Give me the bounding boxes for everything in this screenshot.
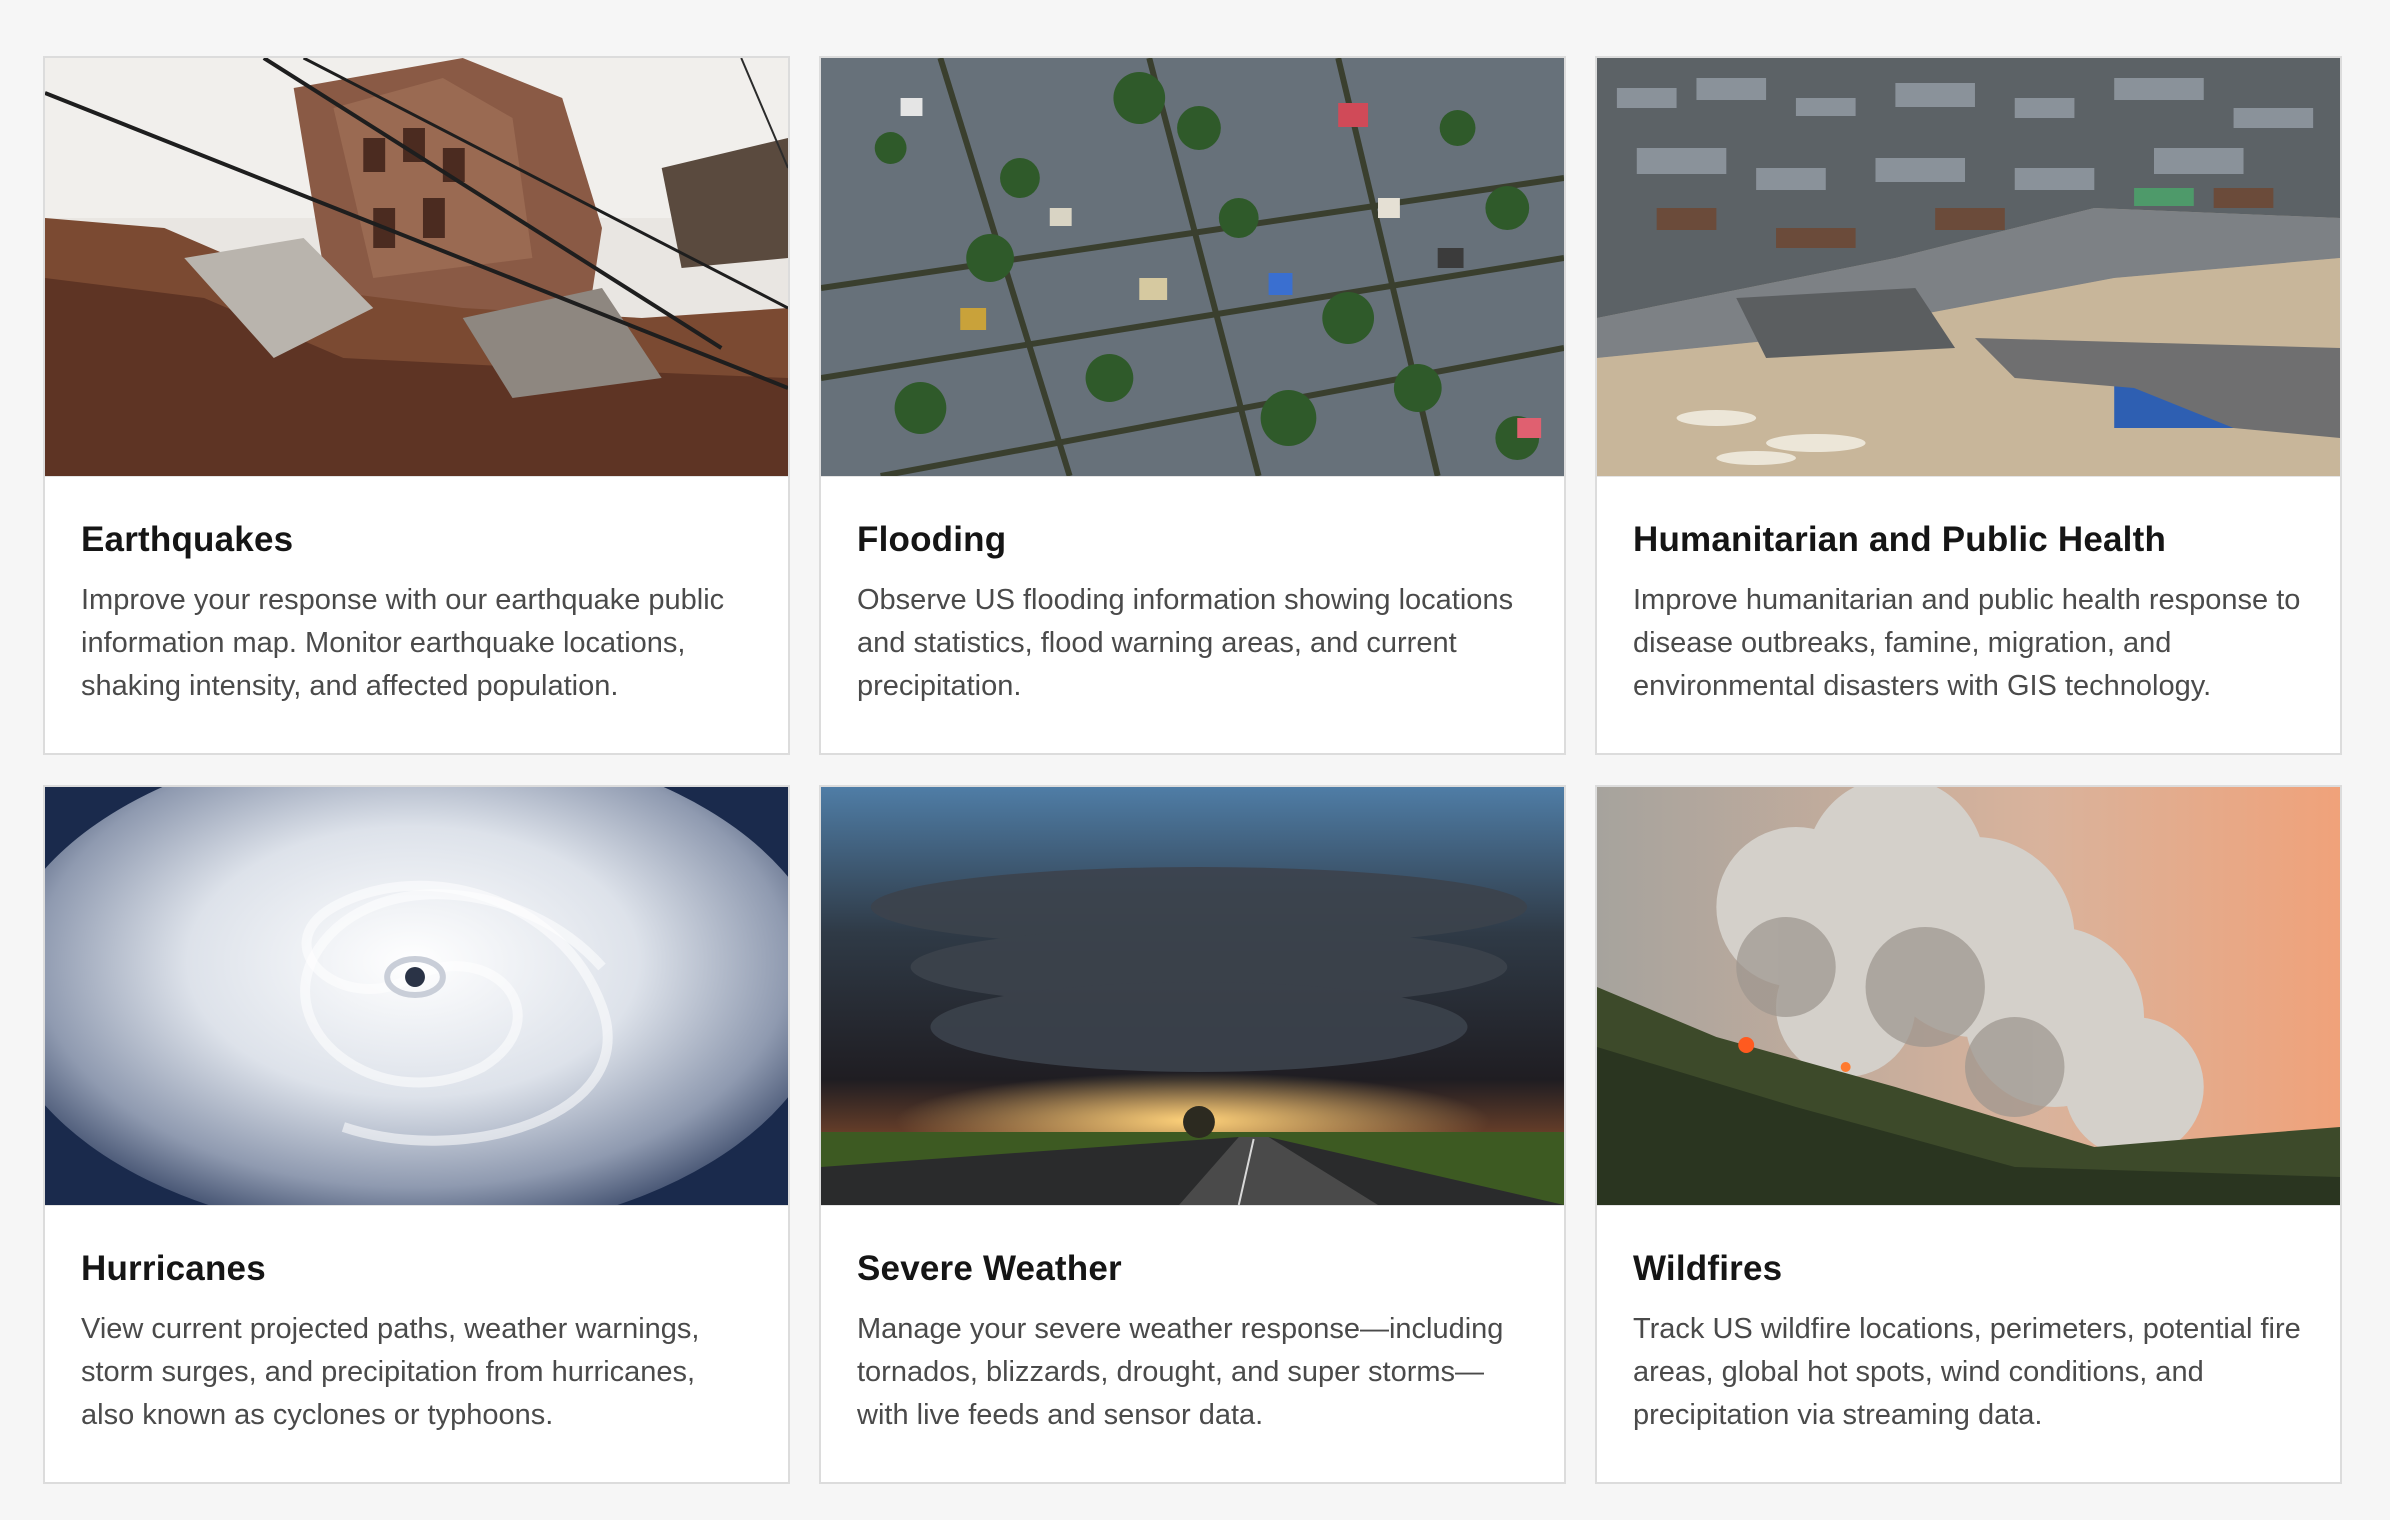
card-severe-weather[interactable]: Severe Weather Manage your severe weathe… [819, 785, 1566, 1484]
card-earthquakes[interactable]: Earthquakes Improve your response with o… [43, 56, 790, 755]
card-humanitarian-public-health[interactable]: Humanitarian and Public Health Improve h… [1595, 56, 2342, 755]
earthquake-rubble-image [45, 58, 788, 477]
card-title: Flooding [857, 520, 1007, 559]
card-wildfires[interactable]: Wildfires Track US wildfire locations, p… [1595, 785, 2342, 1484]
card-flooding[interactable]: Flooding Observe US flooding information… [819, 56, 1566, 755]
supercell-storm-image [821, 787, 1564, 1206]
card-description: Improve your response with our earthquak… [81, 584, 725, 702]
card-title: Hurricanes [81, 1249, 266, 1288]
hurricane-satellite-image [45, 787, 788, 1206]
topic-card-grid: Earthquakes Improve your response with o… [43, 56, 2343, 1484]
card-description: View current projected paths, weather wa… [81, 1313, 700, 1431]
card-title: Wildfires [1633, 1249, 1783, 1288]
card-title: Severe Weather [857, 1249, 1122, 1288]
card-title: Humanitarian and Public Health [1633, 520, 2167, 559]
card-description: Observe US flooding information showing … [857, 584, 1514, 702]
card-description: Manage your severe weather response—incl… [857, 1313, 1504, 1431]
card-description: Improve humanitarian and public health r… [1633, 584, 2301, 702]
flooded-village-image [821, 58, 1564, 477]
settlement-aerial-image [1597, 58, 2340, 477]
card-hurricanes[interactable]: Hurricanes View current projected paths,… [43, 785, 790, 1484]
card-title: Earthquakes [81, 520, 294, 559]
wildfire-smoke-image [1597, 787, 2340, 1206]
card-description: Track US wildfire locations, perimeters,… [1633, 1313, 2301, 1431]
